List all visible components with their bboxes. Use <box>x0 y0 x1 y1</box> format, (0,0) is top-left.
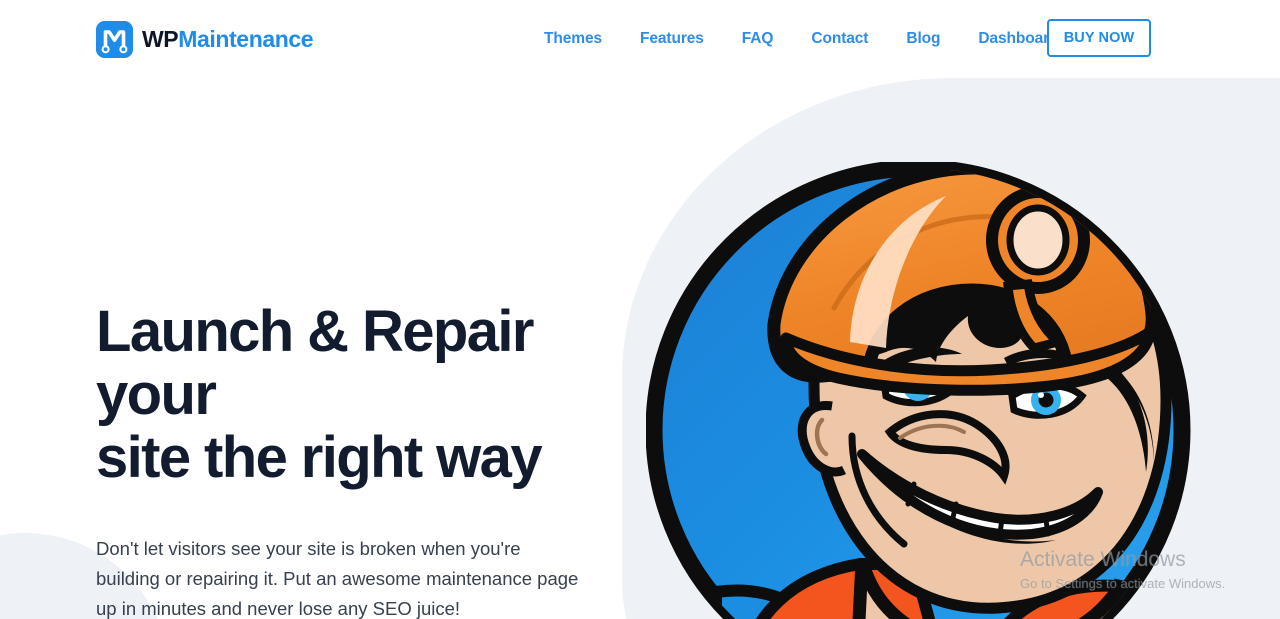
nav-link-contact[interactable]: Contact <box>792 30 887 48</box>
main-navigation: Themes Features FAQ Contact Blog Dashboa… <box>525 0 1077 78</box>
logo-text-maintenance: Maintenance <box>178 26 314 52</box>
nav-link-features[interactable]: Features <box>621 30 723 48</box>
nav-link-themes[interactable]: Themes <box>525 30 621 48</box>
logo-text-wp: WP <box>142 26 179 52</box>
nav-link-blog[interactable]: Blog <box>887 30 959 48</box>
hero-subtitle: Don't let visitors see your site is brok… <box>96 537 579 619</box>
wp-maintenance-m-logo-icon <box>96 21 133 58</box>
hero-section: Launch & Repair your site the right way … <box>96 300 656 619</box>
page-title: Launch & Repair your site the right way <box>96 299 543 491</box>
buy-now-button[interactable]: BUY NOW <box>1047 19 1151 57</box>
site-header: WPMaintenance Themes Features FAQ Contac… <box>0 0 1280 78</box>
hero-illustration-miner <box>646 162 1191 619</box>
nav-link-faq[interactable]: FAQ <box>723 30 793 48</box>
page-root: WPMaintenance Themes Features FAQ Contac… <box>0 0 1280 619</box>
site-logo[interactable]: WPMaintenance <box>96 21 314 58</box>
